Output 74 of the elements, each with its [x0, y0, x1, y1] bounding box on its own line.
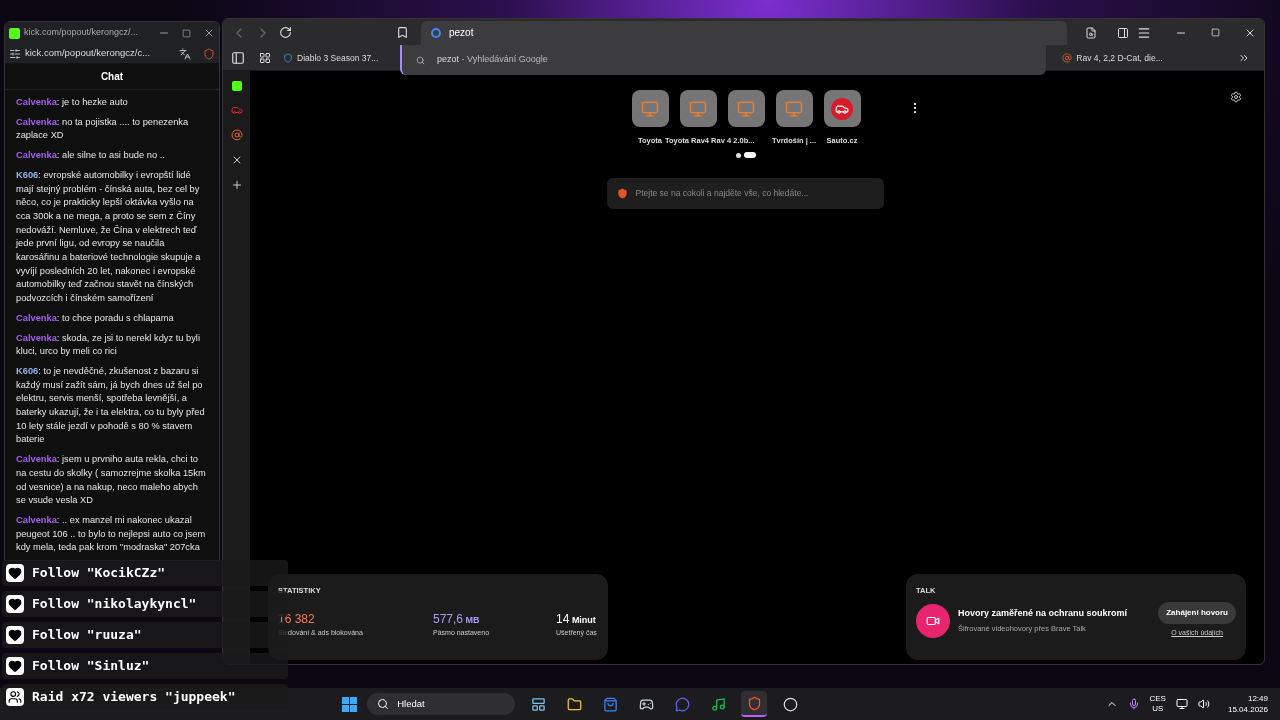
stat-value: 16 382 — [278, 611, 316, 629]
menu-icon[interactable] — [1137, 25, 1151, 40]
add-icon[interactable] — [230, 179, 243, 191]
video-call-icon — [916, 603, 950, 638]
car-icon[interactable] — [230, 104, 243, 116]
taskbar-search-field[interactable]: Hledat — [367, 693, 516, 715]
settings-icon[interactable] — [1230, 91, 1242, 103]
heart-icon — [6, 626, 24, 644]
stat-value: 577,6 MB — [433, 611, 481, 629]
windows-start-icon[interactable] — [342, 696, 358, 712]
close-icon[interactable] — [203, 27, 215, 39]
monitor-icon — [737, 99, 755, 118]
start-call-button[interactable]: Zahájení hovoru — [1158, 602, 1236, 625]
maximize-icon[interactable] — [182, 28, 191, 38]
site-tile[interactable] — [727, 90, 765, 127]
search-field[interactable]: Ptejte se na cokoli a najděte vše, co hledáte... — [606, 178, 884, 210]
notification-text: Raid x72 viewers "juppeek" — [32, 688, 236, 707]
suggestion-row[interactable]: pezot - Vyhledávání Google — [400, 45, 1046, 75]
site-settings-icon[interactable] — [9, 47, 21, 60]
apps-icon[interactable] — [259, 52, 271, 64]
address-field[interactable]: pezot — [421, 20, 1067, 45]
shield-icon — [283, 53, 293, 63]
address-text: pezot — [449, 26, 474, 40]
sidebar-toggle-icon[interactable] — [1117, 26, 1129, 39]
chat-message: Calvenka: je to hezke auto — [16, 96, 129, 109]
shield-icon — [616, 188, 628, 200]
shield-icon[interactable] — [203, 47, 215, 60]
chat-message: Calvenka: skoda, ze jsi to nerekl kdyz tu byli kluci, urco by meli co rici — [16, 331, 201, 359]
translate-icon[interactable] — [179, 47, 191, 60]
heart-icon — [6, 564, 24, 582]
kick-logo-icon[interactable] — [231, 81, 242, 91]
bookmark-icon[interactable] — [396, 26, 409, 39]
search-icon — [377, 698, 390, 710]
car-logo-icon — [831, 97, 853, 120]
volume-icon[interactable] — [1197, 698, 1210, 710]
monitor-icon — [785, 99, 803, 118]
chat-message: K606: to je nevděčné, zkušenost z bazaru si každý musí zažít sám, já bych dnes už šel po elektru, servis menší, spotřeba levnější, a baterky ukazují, že i ta elektra, co tu byly před 10 lety stále jezdí v pohodě s 80 % stavem baterie — [16, 364, 206, 447]
chat-message: K606: evropské automobilky i evropští lidé mají stejný problém - čínská auta, bez cel by něco, co je prakticky lepší oktávka vyšlo na cca 300k a ne mega, a proto se sem z Číny nedováží. Nemluve, že Čína v elektrech teď jede první ligu, od evropy se naučila karosářinu a bateriové technologie skupuje a vyvíjí posledních 20 let, nakonec i evropské automobilky teď začnou stavět na čínských podvozcích i čínském samořízení — [16, 168, 202, 306]
people-icon — [6, 688, 24, 706]
site-tile[interactable] — [679, 90, 717, 127]
notification-text: Follow "KocikCZz" — [32, 564, 166, 583]
at-sign-icon[interactable] — [230, 129, 243, 141]
talk-heading: Hovory zaměřené na ochranu soukromí — [958, 606, 1129, 620]
notification-text: Follow "nikolaykyncl" — [32, 595, 197, 614]
stat-value: 14 Minut — [556, 611, 597, 629]
clock[interactable]: 12:49 15.04.2026 — [1227, 693, 1268, 715]
reload-icon[interactable] — [279, 26, 292, 39]
chat-message: Calvenka: no ta pojistka .... to penezenka zaplace XD — [16, 115, 190, 143]
site-tile[interactable] — [823, 90, 861, 127]
page-icon[interactable] — [1085, 26, 1097, 39]
chat-heading: Chat — [100, 70, 124, 84]
microphone-icon[interactable] — [1127, 698, 1140, 710]
site-tile[interactable] — [775, 90, 813, 127]
more-bookmarks-icon[interactable] — [1238, 52, 1250, 64]
chat-message: Calvenka: .. ex manzel mi nakonec ukazal peugeot 106 .. to bylo to nejlepsi auto co jsem kdy mela, teda pak krom "modraska" 207cka — [16, 514, 207, 555]
network-icon[interactable] — [1175, 698, 1188, 710]
heart-icon — [6, 657, 24, 675]
site-tile[interactable] — [631, 90, 669, 127]
monitor-icon — [689, 99, 707, 118]
window-title: kick.com/popout/kerongcz/... — [24, 26, 140, 40]
kick-logo-icon — [9, 27, 20, 39]
bookmark-item[interactable]: Diablo 3 Season 37... — [279, 51, 383, 65]
heart-icon — [6, 595, 24, 613]
chat-message: Calvenka: ale silne to asi bude no .. — [16, 149, 166, 163]
monitor-icon — [641, 99, 659, 118]
language-indicator[interactable]: CES US — [1149, 694, 1166, 714]
chat-message: Calvenka: jsem u prvniho auta rekla, chci to na cestu do skolky ( samozrejme skolka 15km od vesnice) a na nakup, neco maleho abych se vsude vesla XD — [16, 453, 207, 508]
at-sign-icon — [1062, 53, 1073, 63]
notification-text: Follow "Sinluz" — [32, 657, 150, 676]
chat-message: Calvenka: to chce poradu s chlapama — [16, 311, 175, 325]
bookmark-item[interactable]: Rav 4, 2,2 D-Cat, die... — [1058, 51, 1167, 65]
search-icon — [416, 55, 425, 65]
sidebar-icon[interactable] — [231, 51, 245, 65]
notification-text: Follow "ruuza" — [32, 626, 142, 645]
